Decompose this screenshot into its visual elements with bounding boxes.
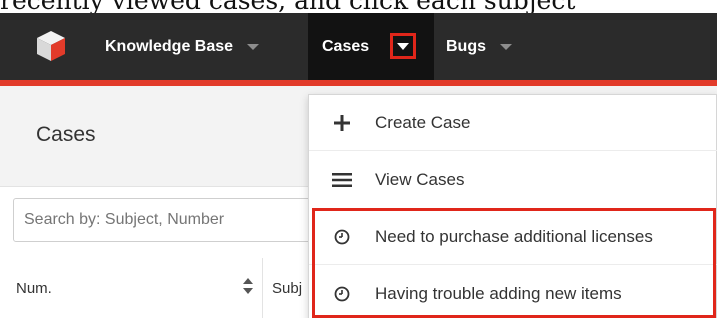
menu-item-view-cases[interactable]: View Cases	[309, 152, 717, 208]
menu-item-label: Need to purchase additional licenses	[375, 226, 653, 246]
chevron-down-icon[interactable]	[500, 43, 512, 50]
column-header-num[interactable]: Num.	[16, 280, 52, 297]
nav-knowledge-base-label: Knowledge Base	[105, 37, 234, 55]
menu-item-label: Having trouble adding new items	[375, 284, 622, 303]
plus-icon	[331, 112, 353, 134]
menu-item-recent-case[interactable]: Need to purchase additional licenses	[309, 209, 717, 265]
chevron-down-icon[interactable]	[247, 43, 260, 50]
menu-item-label: View Cases	[375, 170, 465, 189]
clock-icon	[331, 283, 353, 305]
page-title: Cases	[36, 123, 96, 146]
column-header-subject[interactable]: Subj	[272, 280, 302, 297]
menu-item-recent-case[interactable]: Having trouble adding new items	[309, 266, 717, 318]
menu-item-create-case[interactable]: Create Case	[309, 95, 717, 151]
sort-icon[interactable]	[242, 276, 254, 296]
nav-cases[interactable]: Cases	[308, 13, 434, 80]
nav-knowledge-base[interactable]: Knowledge Base	[105, 13, 260, 80]
nav-bugs[interactable]: Bugs	[446, 13, 512, 80]
chevron-down-icon	[397, 42, 409, 50]
nav-bugs-label: Bugs	[446, 37, 486, 55]
list-icon	[331, 169, 353, 191]
cases-dropdown-toggle[interactable]	[390, 33, 416, 59]
menu-item-label: Create Case	[375, 112, 471, 132]
top-navbar: Knowledge Base Cases Bugs	[0, 13, 717, 80]
clock-icon	[331, 226, 353, 248]
column-divider	[262, 258, 263, 318]
search-input[interactable]	[13, 198, 313, 242]
cases-dropdown-menu: Create Case View Cases Need to purchase …	[308, 94, 717, 318]
app-logo-icon[interactable]	[34, 29, 68, 63]
nav-cases-label: Cases	[322, 37, 370, 55]
page: recently viewed cases, and click each su…	[0, 0, 717, 318]
